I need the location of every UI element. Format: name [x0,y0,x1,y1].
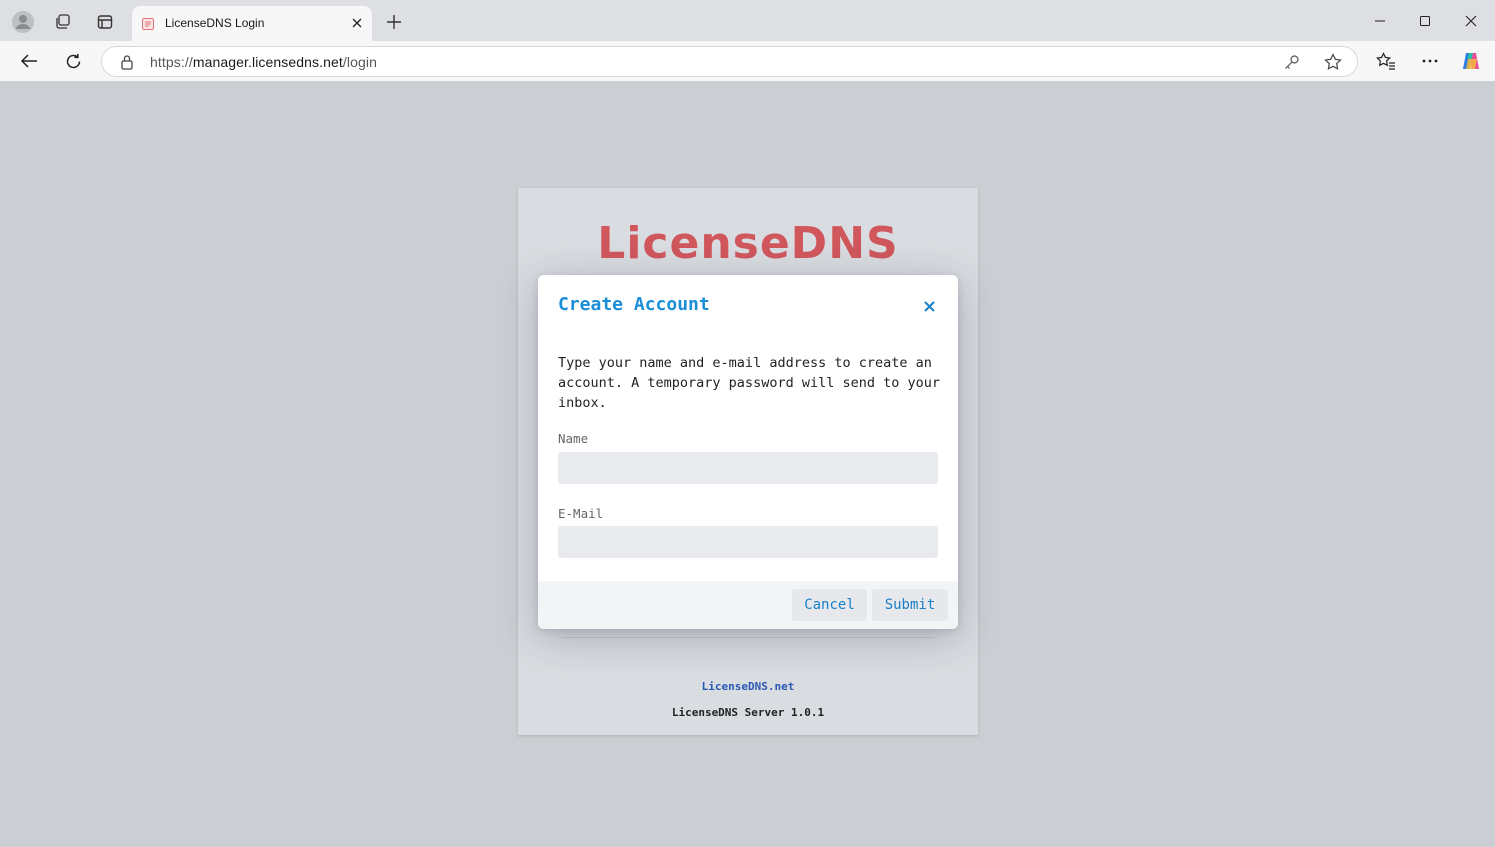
active-tab[interactable]: LicenseDNS Login [132,6,372,41]
url-text[interactable]: https://manager.licensedns.net/login [150,54,377,70]
tab-title: LicenseDNS Login [165,16,265,30]
email-label: E-Mail [558,506,604,521]
site-link[interactable]: LicenseDNS.net [518,680,978,693]
key-icon[interactable] [1282,52,1302,72]
url-host: manager.licensedns.net [192,54,343,70]
more-icon[interactable] [1418,49,1442,73]
back-icon[interactable] [17,49,41,73]
copilot-icon[interactable] [1459,49,1483,73]
modal-description: Type your name and e-mail address to cre… [558,355,941,411]
refresh-icon[interactable] [61,49,85,73]
maximize-icon[interactable] [1413,10,1437,32]
favorites-icon[interactable] [1374,49,1398,73]
email-input[interactable] [558,526,938,558]
workspaces-icon[interactable] [50,9,76,35]
lock-icon[interactable] [120,54,134,70]
minimize-icon[interactable] [1368,10,1392,32]
plus-icon[interactable] [383,11,405,33]
brand-title: LicenseDNS [597,218,899,269]
version-text: LicenseDNS Server 1.0.1 [671,706,825,719]
url-scheme: https:// [150,54,193,70]
favicon-icon [142,17,154,30]
page-viewport: LicenseDNS LicenseDNS.net LicenseDNS Ser… [5,81,1491,843]
browser-toolbar: https://manager.licensedns.net/login [0,41,1495,81]
submit-button[interactable]: Submit [872,589,948,621]
close-icon[interactable] [918,295,940,317]
star-icon[interactable] [1323,52,1343,72]
url-path: /login [342,54,377,70]
modal-footer: Cancel Submit [538,581,958,629]
modal-title: Create Account [558,294,710,315]
cancel-button[interactable]: Cancel [792,589,867,621]
profile-icon[interactable] [10,9,36,35]
close-icon[interactable] [348,14,366,32]
name-label: Name [558,431,589,446]
name-input[interactable] [558,452,938,484]
card-divider [562,637,934,638]
create-account-modal: Create Account Type your name and e-mail… [538,275,958,629]
tab-bar: LicenseDNS Login [0,0,1495,41]
address-bar[interactable]: https://manager.licensedns.net/login [101,46,1358,77]
close-icon[interactable] [1459,10,1483,32]
tab-actions-icon[interactable] [92,9,118,35]
